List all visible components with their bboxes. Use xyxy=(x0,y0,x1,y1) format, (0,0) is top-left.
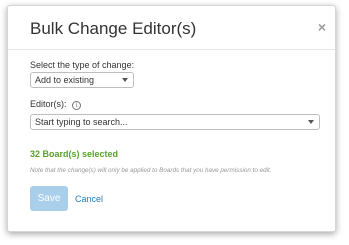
bulk-change-editors-dialog: Bulk Change Editor(s) × Select the type … xyxy=(7,5,336,232)
cancel-button[interactable]: Cancel xyxy=(75,194,103,204)
save-button[interactable]: Save xyxy=(30,186,68,211)
editors-label-row: Editor(s): i xyxy=(30,99,82,110)
boards-selected-count: 32 Board(s) selected xyxy=(30,149,119,159)
change-type-label: Select the type of change: xyxy=(30,60,135,70)
dialog-title: Bulk Change Editor(s) xyxy=(30,19,197,38)
editors-search-placeholder: Start typing to search... xyxy=(35,117,128,127)
change-type-select[interactable]: Add to existing xyxy=(30,72,134,88)
permission-note: Note that the change(s) will only be app… xyxy=(30,167,272,174)
close-icon[interactable]: × xyxy=(318,20,326,34)
chevron-down-icon xyxy=(122,78,128,82)
dialog-header: Bulk Change Editor(s) × xyxy=(8,6,335,50)
editors-label: Editor(s): xyxy=(30,99,67,109)
change-type-value: Add to existing xyxy=(35,75,95,85)
info-icon[interactable]: i xyxy=(72,101,82,110)
chevron-down-icon xyxy=(308,120,314,124)
editors-search-field[interactable]: Start typing to search... xyxy=(30,114,320,130)
